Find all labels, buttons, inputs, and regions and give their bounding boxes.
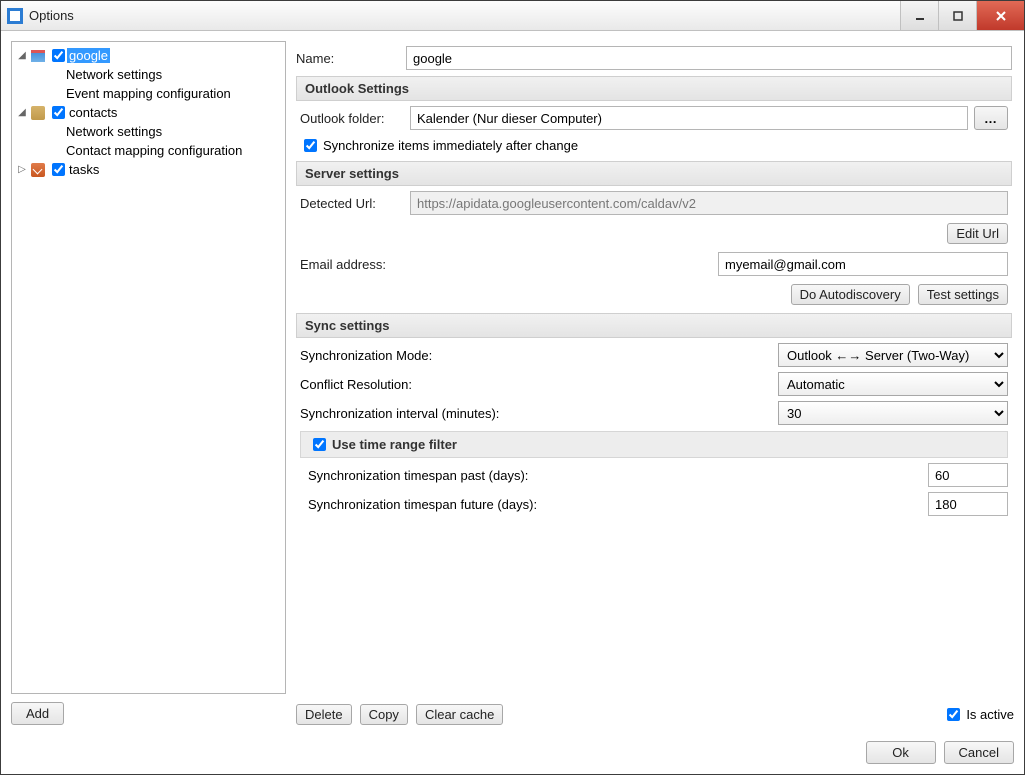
tree-item-tasks[interactable]: ▷ tasks (14, 160, 283, 179)
tree-item-label: tasks (67, 162, 101, 177)
delete-button[interactable]: Delete (296, 704, 352, 725)
outlook-section-header: Outlook Settings (296, 76, 1012, 101)
time-filter-checkbox[interactable] (313, 438, 326, 451)
sync-section-header: Sync settings (296, 313, 1012, 338)
tree-item-label: contacts (67, 105, 119, 120)
body: ◢ google Network settings Event mapping con… (1, 31, 1024, 735)
past-input[interactable] (928, 463, 1008, 487)
clear-cache-button[interactable]: Clear cache (416, 704, 503, 725)
future-input[interactable] (928, 492, 1008, 516)
close-button[interactable] (976, 1, 1024, 30)
minimize-button[interactable] (900, 1, 938, 30)
interval-select[interactable]: 30 (778, 401, 1008, 425)
edit-url-button[interactable]: Edit Url (947, 223, 1008, 244)
future-label: Synchronization timespan future (days): (308, 497, 568, 512)
tasks-icon (30, 162, 46, 178)
tree-toggle-icon[interactable]: ◢ (16, 107, 28, 118)
window-buttons (900, 1, 1024, 30)
ok-button[interactable]: Ok (866, 741, 936, 764)
conflict-select[interactable]: Automatic (778, 372, 1008, 396)
tree-toggle-icon[interactable]: ◢ (16, 50, 28, 61)
tree-checkbox[interactable] (52, 163, 65, 176)
server-section-header: Server settings (296, 161, 1012, 186)
contacts-icon (30, 105, 46, 121)
name-label: Name: (296, 51, 406, 66)
tree-subitem[interactable]: Network settings (14, 65, 283, 84)
detected-url-label: Detected Url: (300, 196, 410, 211)
detected-url-input (410, 191, 1008, 215)
add-button[interactable]: Add (11, 702, 64, 725)
name-input[interactable] (406, 46, 1012, 70)
outlook-folder-input[interactable] (410, 106, 968, 130)
tree-checkbox[interactable] (52, 49, 65, 62)
is-active-label: Is active (966, 707, 1014, 722)
outlook-folder-label: Outlook folder: (300, 111, 410, 126)
maximize-icon (952, 10, 964, 22)
browse-folder-button[interactable]: … (974, 106, 1008, 130)
tree-subitem[interactable]: Event mapping configuration (14, 84, 283, 103)
conflict-label: Conflict Resolution: (300, 377, 560, 392)
is-active-checkbox[interactable] (947, 708, 960, 721)
past-label: Synchronization timespan past (days): (308, 468, 568, 483)
tree-toggle-icon[interactable]: ▷ (16, 164, 28, 175)
interval-label: Synchronization interval (minutes): (300, 406, 560, 421)
email-label: Email address: (300, 257, 410, 272)
tree-item-google[interactable]: ◢ google (14, 46, 283, 65)
tree-subitem-label: Contact mapping configuration (64, 143, 244, 158)
options-window: Options ◢ google Network settings Event map… (0, 0, 1025, 775)
cancel-button[interactable]: Cancel (944, 741, 1014, 764)
ellipsis-icon: … (984, 111, 998, 126)
tree-subitem-label: Event mapping configuration (64, 86, 233, 101)
tree-subitem[interactable]: Contact mapping configuration (14, 141, 283, 160)
calendar-icon (30, 48, 46, 64)
tree-subitem-label: Network settings (64, 124, 164, 139)
sidebar: ◢ google Network settings Event mapping con… (11, 41, 286, 725)
titlebar: Options (1, 1, 1024, 31)
maximize-button[interactable] (938, 1, 976, 30)
close-icon (994, 9, 1008, 23)
tree-checkbox[interactable] (52, 106, 65, 119)
tree-subitem[interactable]: Network settings (14, 122, 283, 141)
sync-mode-select[interactable]: Outlook ←→ Server (Two-Way) (778, 343, 1008, 367)
tree-subitem-label: Network settings (64, 67, 164, 82)
sync-immediate-checkbox[interactable] (304, 139, 317, 152)
sync-immediate-label: Synchronize items immediately after chan… (323, 138, 578, 153)
test-settings-button[interactable]: Test settings (918, 284, 1008, 305)
main-panel: Name: Outlook Settings Outlook folder: …… (296, 41, 1014, 725)
minimize-icon (914, 10, 926, 22)
time-filter-label: Use time range filter (332, 437, 457, 452)
profile-tree[interactable]: ◢ google Network settings Event mapping con… (11, 41, 286, 694)
sync-mode-label: Synchronization Mode: (300, 348, 560, 363)
dialog-footer: Ok Cancel (1, 735, 1024, 774)
tree-item-label: google (67, 48, 110, 63)
autodiscovery-button[interactable]: Do Autodiscovery (791, 284, 910, 305)
tree-item-contacts[interactable]: ◢ contacts (14, 103, 283, 122)
copy-button[interactable]: Copy (360, 704, 408, 725)
app-icon (7, 8, 23, 24)
window-title: Options (29, 8, 74, 23)
email-input[interactable] (718, 252, 1008, 276)
